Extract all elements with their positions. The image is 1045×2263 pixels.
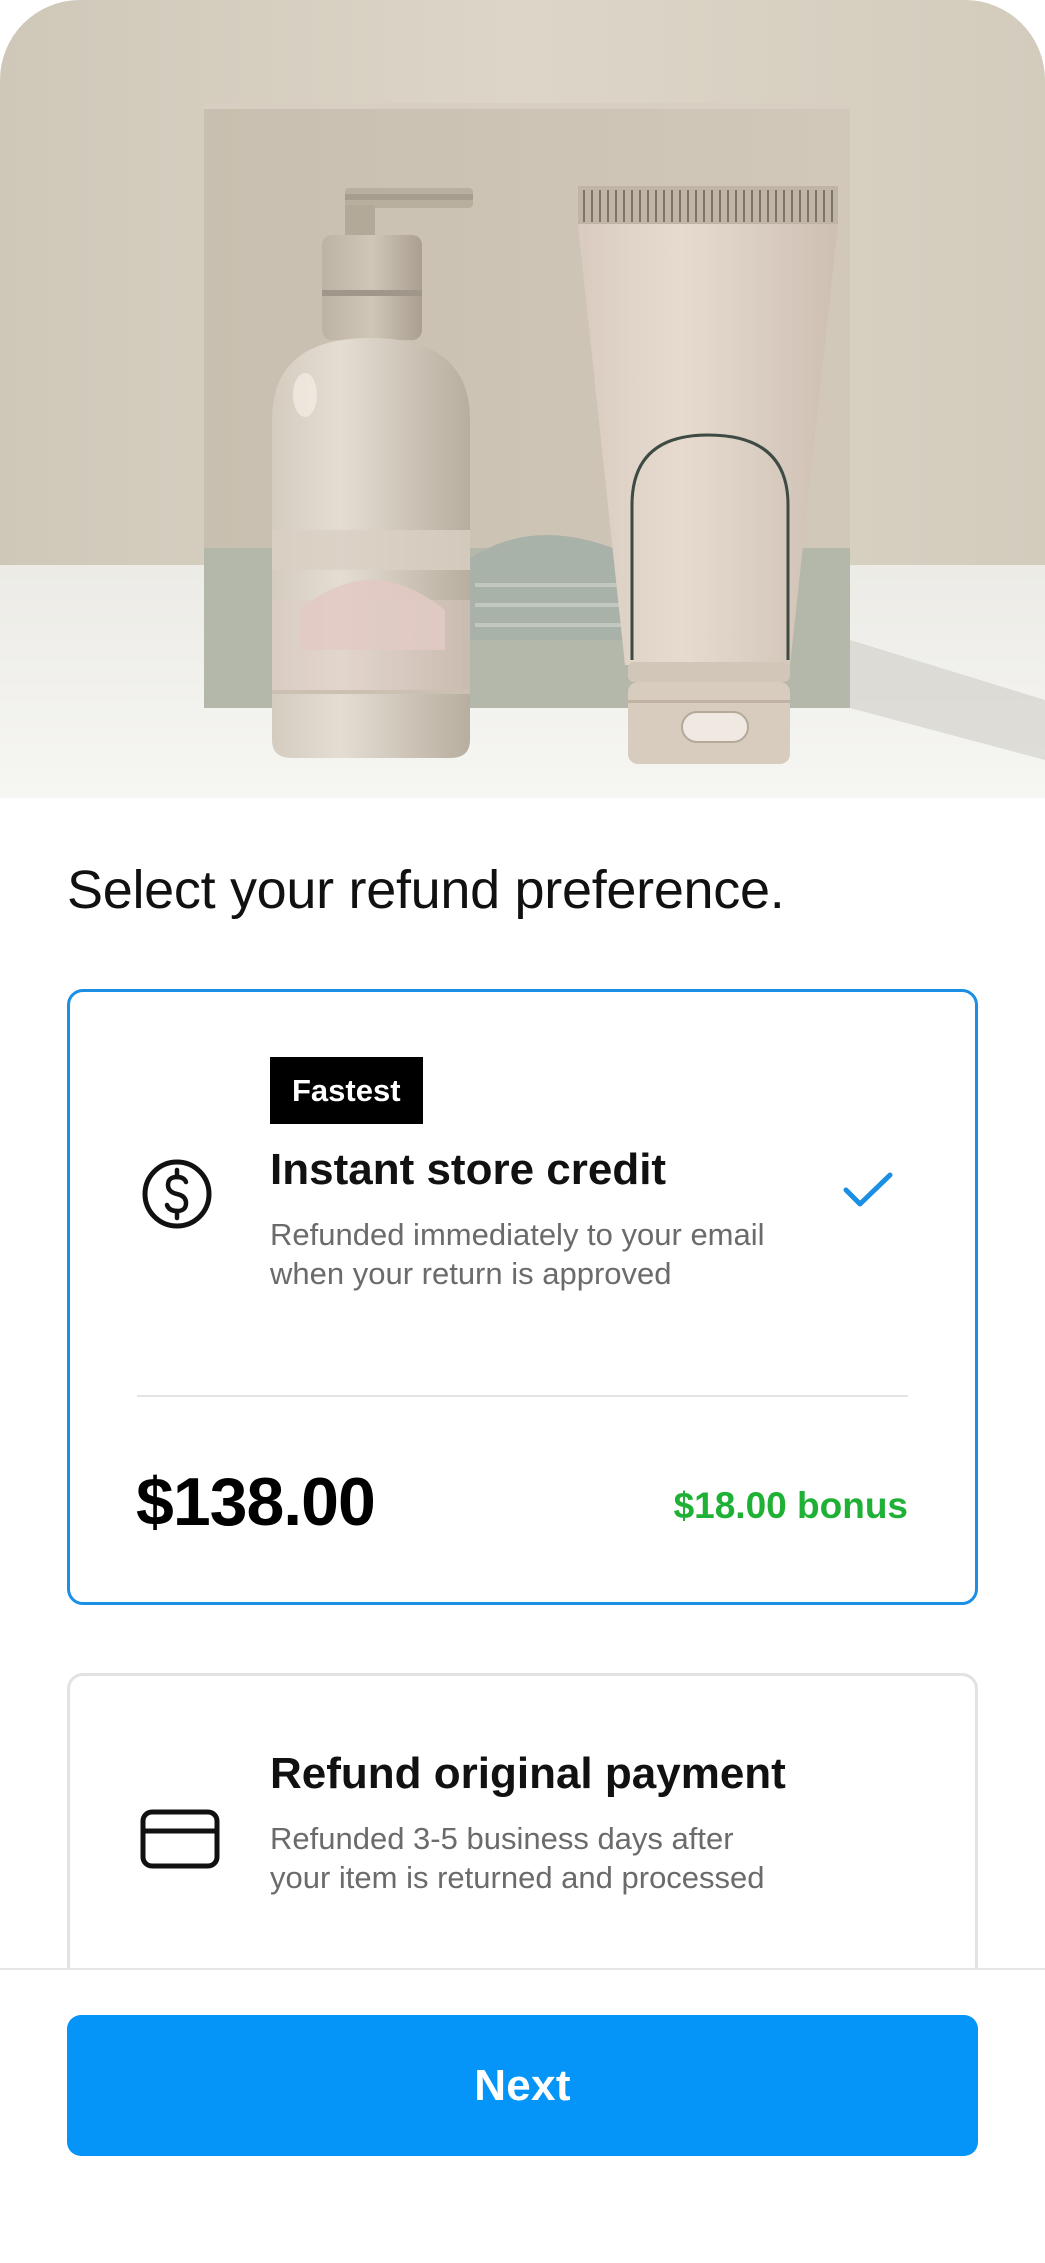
option-description: Refunded immediately to your email when … [270,1217,765,1291]
option-title: Instant store credit [270,1145,667,1194]
footer-bar: Next [0,1968,1045,2263]
option-title: Refund original payment [270,1749,786,1798]
dollar-circle-icon [140,1157,214,1236]
refund-amount: $138.00 [136,1464,376,1540]
bonus-amount: $18.00 bonus [673,1485,908,1526]
checkmark-icon [842,1170,894,1215]
credit-card-icon [140,1809,220,1874]
option-description: Refunded 3-5 business days after your it… [270,1821,765,1895]
refund-option-store-credit[interactable]: Fastest Instant store credit Refunded im… [67,989,978,1605]
next-button[interactable]: Next [67,2015,978,2156]
divider [137,1395,908,1397]
fastest-badge: Fastest [270,1057,423,1124]
page-title: Select your refund preference. [67,860,785,920]
product-image [0,0,1045,798]
